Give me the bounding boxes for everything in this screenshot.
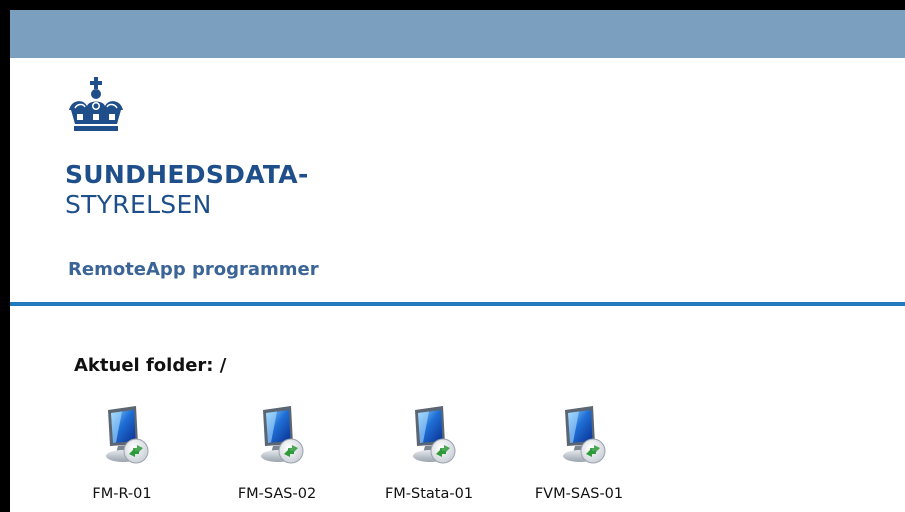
header-bar xyxy=(10,10,905,58)
app-item-fm-stata-01[interactable]: FM-Stata-01 xyxy=(369,402,489,512)
section-divider xyxy=(10,302,905,306)
current-folder-label: Aktuel folder: / xyxy=(74,355,227,376)
remoteapp-computer-icon[interactable] xyxy=(102,404,152,470)
brand-name-line1: SUNDHEDSDATA- xyxy=(65,160,309,189)
brand-logo[interactable]: SUNDHEDSDATA- STYRELSEN xyxy=(65,76,385,219)
remoteapp-computer-icon[interactable] xyxy=(559,404,609,470)
page: SUNDHEDSDATA- STYRELSEN RemoteApp progra… xyxy=(10,10,905,512)
app-label[interactable]: FM-Stata-01 xyxy=(369,486,489,502)
app-label[interactable]: FM-R-01 xyxy=(62,486,182,502)
section-title: RemoteApp programmer xyxy=(68,259,319,280)
app-label[interactable]: FVM-SAS-01 xyxy=(519,486,639,502)
brand-name-line2: STYRELSEN xyxy=(65,190,212,219)
window-frame: SUNDHEDSDATA- STYRELSEN RemoteApp progra… xyxy=(0,0,905,512)
app-label[interactable]: FM-SAS-02 xyxy=(217,486,337,502)
app-item-fvm-sas-01[interactable]: FVM-SAS-01 xyxy=(519,402,639,512)
remoteapp-computer-icon[interactable] xyxy=(409,404,459,470)
royal-crown-icon xyxy=(69,77,123,131)
app-item-fm-r-01[interactable]: FM-R-01 xyxy=(62,402,182,512)
remoteapp-computer-icon[interactable] xyxy=(257,404,307,470)
app-item-fm-sas-02[interactable]: FM-SAS-02 xyxy=(217,402,337,512)
